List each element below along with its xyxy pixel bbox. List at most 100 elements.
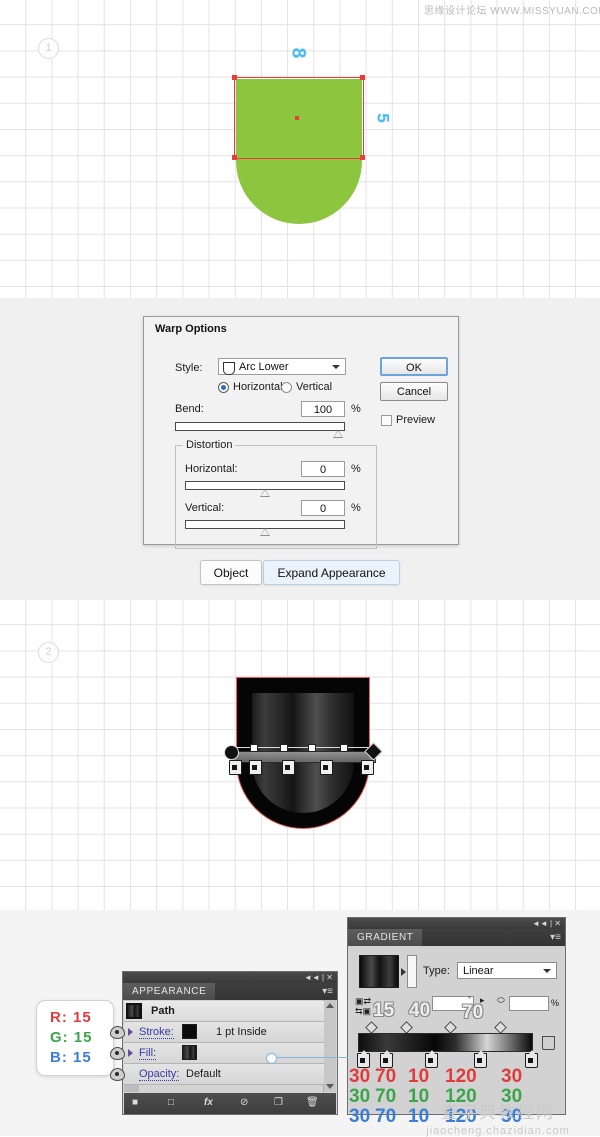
gradient-midpoint-square[interactable] bbox=[340, 744, 348, 752]
gradient-panel-titlebar: ◄◄ | ✕ bbox=[348, 918, 565, 929]
gradient-opacity-icon: ⬭ bbox=[497, 995, 505, 1005]
bend-slider[interactable] bbox=[175, 422, 345, 431]
ok-button[interactable]: OK bbox=[380, 357, 448, 376]
bend-value-field[interactable]: 100 bbox=[301, 401, 345, 417]
distortion-horizontal-label: Horizontal: bbox=[185, 463, 238, 475]
visibility-eye-icon[interactable] bbox=[110, 1026, 125, 1039]
anchor-point[interactable] bbox=[360, 75, 365, 80]
gradient-type-dropdown[interactable]: Linear bbox=[457, 962, 557, 979]
opacity-value[interactable]: Default bbox=[186, 1068, 221, 1080]
stop-r-2: 10 bbox=[408, 1066, 430, 1087]
cancel-button[interactable]: Cancel bbox=[380, 382, 448, 401]
style-label: Style: bbox=[175, 362, 203, 374]
distortion-vertical-field[interactable]: 0 bbox=[301, 500, 345, 516]
appearance-row-label[interactable]: Opacity: bbox=[139, 1068, 180, 1081]
gradient-preview-caret[interactable] bbox=[401, 968, 406, 976]
gradient-midpoint-diamond[interactable] bbox=[365, 1021, 378, 1034]
gradient-midpoint-diamond[interactable] bbox=[494, 1021, 507, 1034]
scroll-up-icon[interactable] bbox=[326, 1003, 334, 1008]
appearance-panel: ◄◄ | ✕ APPEARANCE ▾≡ Path Stroke: 1 pt I… bbox=[110, 971, 338, 1115]
stroke-color-swatch[interactable] bbox=[182, 1024, 197, 1039]
gradient-stop-handle[interactable] bbox=[320, 760, 333, 775]
collapse-close-icons[interactable]: ◄◄ | ✕ bbox=[532, 919, 561, 928]
tab-gradient-label: GRADIENT bbox=[357, 932, 414, 943]
gradient-stop-handle[interactable] bbox=[361, 760, 374, 775]
preview-checkbox[interactable] bbox=[381, 415, 392, 426]
horizontal-radio[interactable] bbox=[218, 382, 229, 393]
stop-b-0: 30 bbox=[349, 1106, 371, 1127]
appearance-row-path[interactable]: Path bbox=[124, 1001, 324, 1022]
gradient-stop-handle[interactable] bbox=[229, 760, 242, 775]
anchor-point[interactable] bbox=[232, 155, 237, 160]
clear-appearance-icon[interactable]: ⊘ bbox=[240, 1097, 248, 1108]
appearance-row-opacity[interactable]: Opacity: Default bbox=[110, 1064, 324, 1085]
gradient-midpoint-diamond[interactable] bbox=[400, 1021, 413, 1034]
collapse-close-icons[interactable]: ◄◄ | ✕ bbox=[304, 973, 333, 982]
bend-slider-thumb[interactable] bbox=[333, 430, 343, 438]
vertical-label: Vertical bbox=[296, 381, 333, 393]
distortion-vertical-label: Vertical: bbox=[185, 502, 225, 514]
gradient-ramp-strip[interactable] bbox=[407, 955, 417, 988]
gradient-midpoint-square[interactable] bbox=[250, 744, 258, 752]
stop-r-3: 120 bbox=[445, 1066, 477, 1087]
appearance-scrollbar[interactable] bbox=[323, 1000, 336, 1092]
disclosure-triangle-icon[interactable] bbox=[128, 1049, 133, 1057]
delete-item-icon[interactable]: 🗑 bbox=[306, 1097, 319, 1108]
panel-menu-icon[interactable]: ▾≡ bbox=[322, 986, 333, 997]
fill-swatch-icon[interactable]: ■ bbox=[132, 1097, 138, 1108]
object-button[interactable]: Object bbox=[200, 560, 262, 585]
stop-r-4: 30 bbox=[501, 1066, 523, 1087]
anchor-point[interactable] bbox=[232, 75, 237, 80]
distortion-horizontal-thumb[interactable] bbox=[260, 489, 270, 497]
distortion-horizontal-unit: % bbox=[351, 463, 361, 475]
distortion-vertical-thumb[interactable] bbox=[260, 528, 270, 536]
gradient-origin-handle[interactable] bbox=[224, 745, 239, 760]
gradient-stop-handle[interactable] bbox=[282, 760, 295, 775]
stroke-weight-value[interactable]: 1 pt Inside bbox=[216, 1026, 267, 1038]
chevron-down-icon[interactable] bbox=[543, 969, 551, 973]
dark-arc-shape-group[interactable] bbox=[224, 677, 383, 829]
tab-gradient[interactable]: GRADIENT bbox=[348, 929, 423, 946]
distortion-horizontal-field[interactable]: 0 bbox=[301, 461, 345, 477]
swap-stops-icon[interactable]: ⇆▣ bbox=[355, 1006, 371, 1017]
appearance-row-label[interactable]: Fill: bbox=[139, 1047, 157, 1060]
delete-stop-icon[interactable] bbox=[542, 1036, 555, 1050]
expand-appearance-button[interactable]: Expand Appearance bbox=[263, 560, 400, 585]
fill-to-gradient-leader bbox=[272, 1057, 348, 1058]
rgb-r-line: R: 15 bbox=[50, 1009, 92, 1026]
gradient-percent-unit: % bbox=[551, 998, 560, 1008]
fill-to-gradient-leader-endpoint bbox=[266, 1053, 277, 1064]
gradient-midpoint-square[interactable] bbox=[308, 744, 316, 752]
fill-gradient-swatch[interactable] bbox=[182, 1045, 197, 1060]
panel-menu-icon[interactable]: ▾≡ bbox=[550, 932, 561, 943]
gradient-location-field[interactable] bbox=[509, 996, 549, 1011]
vertical-radio[interactable] bbox=[281, 382, 292, 393]
step-number-2: 2 bbox=[38, 642, 59, 663]
duplicate-item-icon[interactable]: ❐ bbox=[274, 1097, 283, 1108]
stop-g-1: 70 bbox=[375, 1086, 397, 1107]
scroll-down-icon[interactable] bbox=[326, 1084, 334, 1089]
rgb-g-line: G: 15 bbox=[50, 1029, 93, 1046]
appearance-row-stroke[interactable]: Stroke: 1 pt Inside bbox=[110, 1022, 324, 1043]
visibility-eye-icon[interactable] bbox=[110, 1047, 125, 1060]
gradient-midpoint-diamond[interactable] bbox=[444, 1021, 457, 1034]
gradient-stop[interactable] bbox=[525, 1050, 538, 1068]
watermark-bottom: 查字典教程网 jiaocheng.chazidian.com bbox=[398, 1098, 598, 1137]
gradient-stop-handle[interactable] bbox=[249, 760, 262, 775]
disclosure-triangle-icon[interactable] bbox=[128, 1028, 133, 1036]
appearance-row-fill[interactable]: Fill: bbox=[110, 1043, 324, 1064]
dialog-body: Style: Arc Lower Horizontal Vertical Ben… bbox=[153, 339, 449, 549]
fx-icon[interactable]: fx bbox=[204, 1097, 213, 1108]
anchor-point[interactable] bbox=[360, 155, 365, 160]
tab-appearance[interactable]: APPEARANCE bbox=[123, 983, 216, 1000]
appearance-row-label[interactable]: Stroke: bbox=[139, 1026, 174, 1039]
rgb-b-label: B: bbox=[50, 1049, 68, 1066]
visibility-eye-icon[interactable] bbox=[110, 1068, 125, 1081]
dialog-section: Warp Options Style: Arc Lower Horizontal… bbox=[0, 298, 600, 600]
gradient-midpoint-square[interactable] bbox=[280, 744, 288, 752]
location-overlay-15: 15 bbox=[373, 1000, 395, 1021]
distortion-label: Distortion bbox=[183, 439, 236, 451]
stroke-swatch-icon[interactable]: □ bbox=[168, 1097, 174, 1108]
style-dropdown[interactable]: Arc Lower bbox=[218, 358, 346, 375]
gradient-preview-swatch[interactable] bbox=[359, 955, 399, 988]
